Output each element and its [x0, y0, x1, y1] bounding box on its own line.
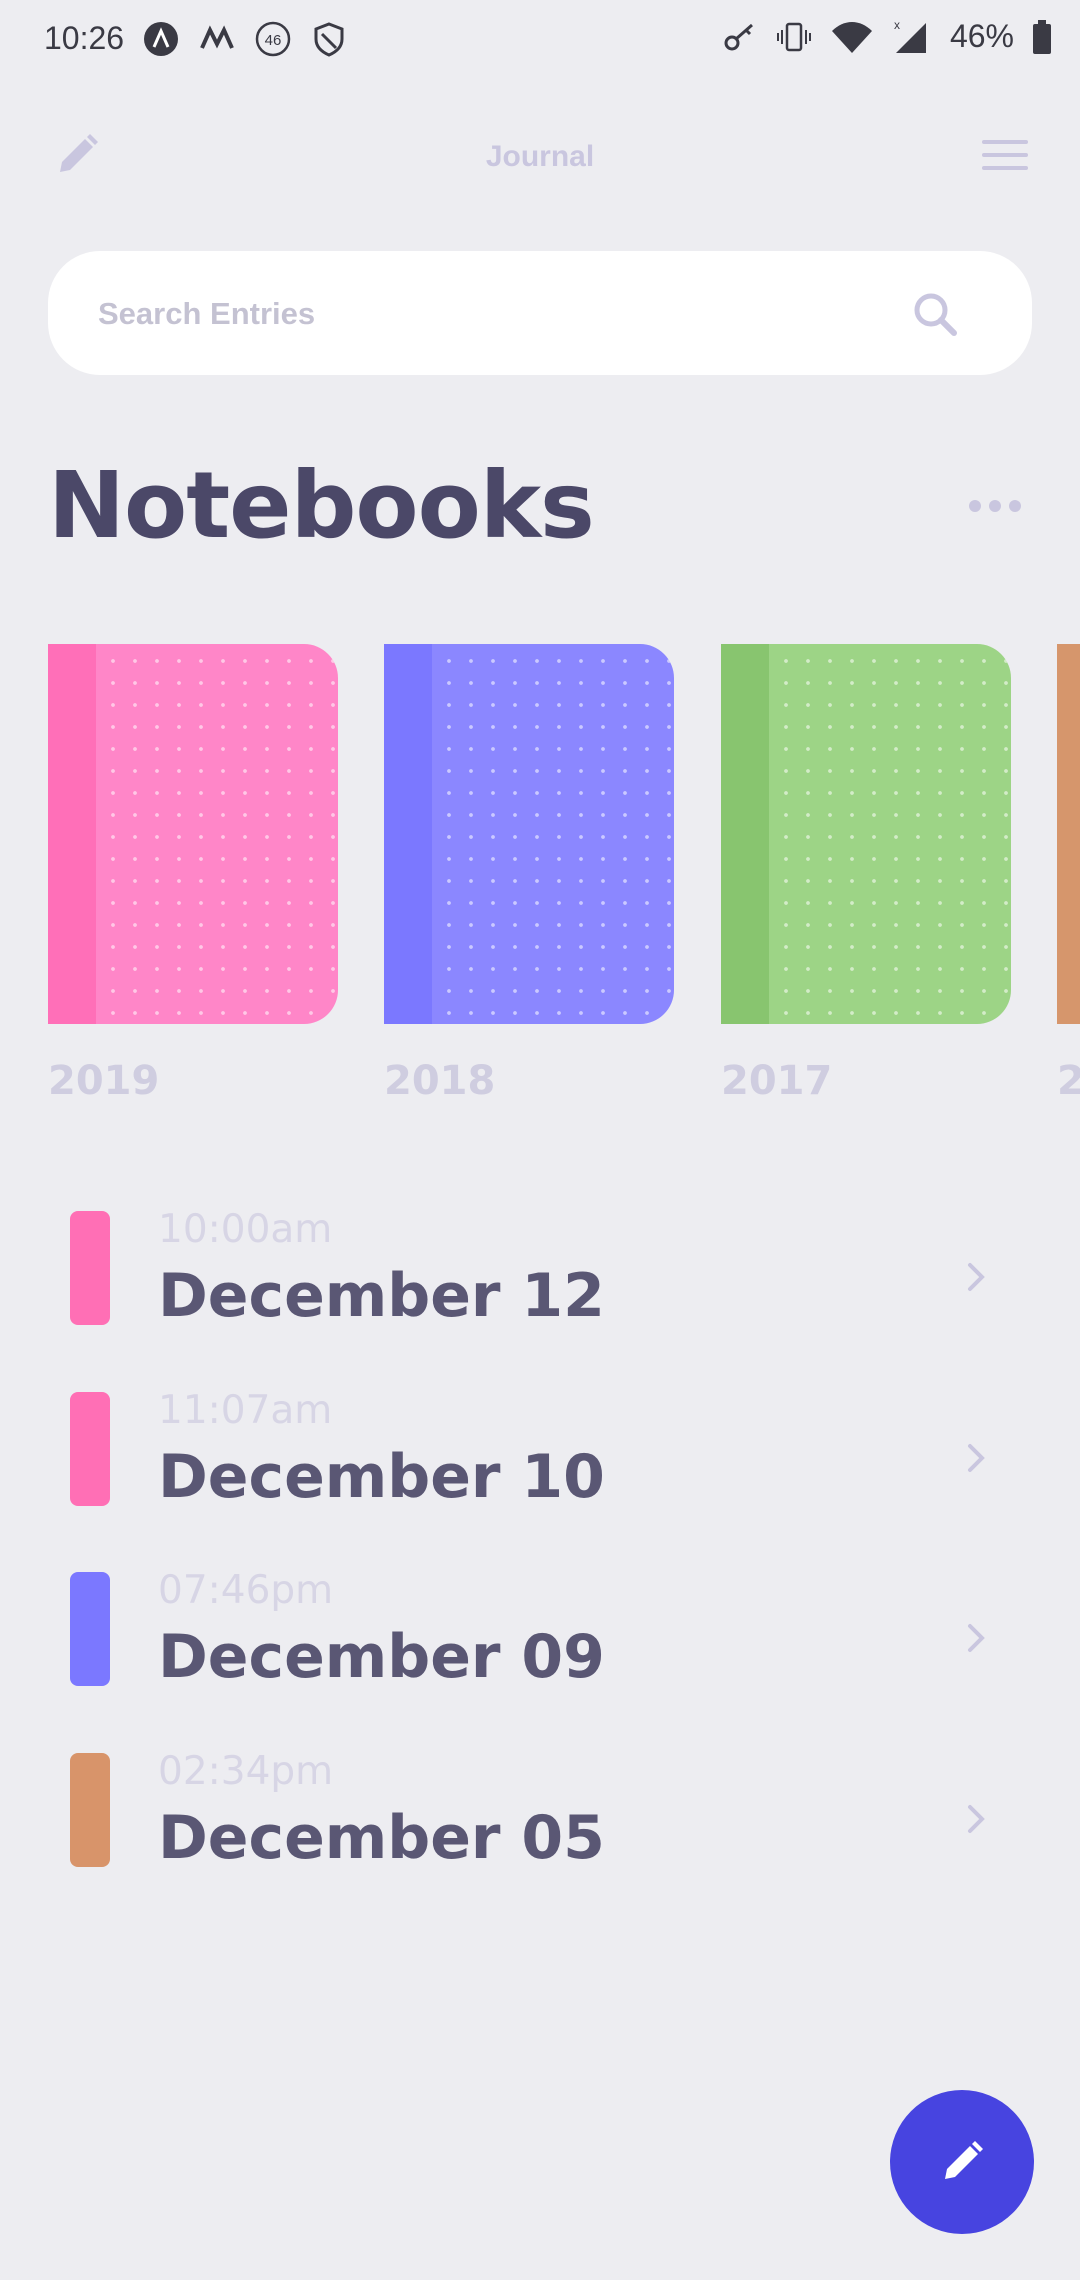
menu-icon[interactable] — [982, 138, 1028, 172]
notebook-year: 2 — [1057, 1058, 1080, 1104]
notification-icons: 46 — [142, 20, 348, 58]
key-icon — [724, 23, 753, 50]
entry-color-bar — [70, 1392, 110, 1506]
notebook-card-2017[interactable] — [721, 644, 1011, 1024]
notebook-spine — [721, 644, 769, 1024]
app-a-icon — [144, 22, 178, 56]
more-options-icon[interactable] — [968, 498, 1022, 514]
notebooks-heading: Notebooks — [48, 452, 595, 559]
entry-color-bar — [70, 1753, 110, 1867]
search-input[interactable] — [96, 251, 900, 377]
battery-percent: 46% — [949, 18, 1014, 54]
entry-time: 07:46pm — [158, 1568, 334, 1613]
top-bar: Journal — [0, 110, 1080, 200]
entry-color-bar — [70, 1572, 110, 1686]
entry-time: 10:00am — [158, 1207, 333, 1252]
notebook-cover — [432, 644, 674, 1024]
list-item[interactable]: 10:00am December 12 — [0, 1207, 1080, 1361]
page-title: Journal — [485, 140, 595, 173]
app-m-icon — [200, 25, 234, 49]
entry-date: December 12 — [158, 1261, 605, 1331]
notebook-year: 2017 — [721, 1058, 833, 1104]
entry-date: December 10 — [158, 1442, 605, 1512]
notebook-spine — [384, 644, 432, 1024]
signal-icon: x — [894, 19, 926, 53]
notebook-cover — [96, 644, 338, 1024]
entry-date: December 05 — [158, 1803, 605, 1873]
svg-text:x: x — [894, 19, 900, 32]
status-bar: 10:26 46 x 46% — [0, 0, 1080, 80]
chevron-right-icon — [968, 1805, 985, 1833]
status-time: 10:26 — [44, 20, 125, 56]
wifi-icon — [831, 21, 872, 53]
notebook-card-2019[interactable] — [48, 644, 338, 1024]
list-item[interactable]: 07:46pm December 09 — [0, 1568, 1080, 1722]
list-item[interactable]: 11:07am December 10 — [0, 1388, 1080, 1542]
search-bar — [48, 251, 1032, 377]
notebook-spine — [48, 644, 96, 1024]
chevron-right-icon — [968, 1624, 985, 1652]
app-46-icon: 46 — [255, 21, 291, 57]
notebook-cover — [769, 644, 1011, 1024]
notebook-card-partial[interactable] — [1057, 644, 1080, 1024]
svg-text:46: 46 — [265, 32, 282, 49]
notebook-year: 2019 — [48, 1058, 160, 1104]
new-entry-button[interactable] — [890, 2090, 1034, 2234]
list-item[interactable]: 02:34pm December 05 — [0, 1749, 1080, 1903]
chevron-right-icon — [968, 1263, 985, 1291]
entry-time: 11:07am — [158, 1388, 333, 1433]
entry-date: December 09 — [158, 1622, 605, 1692]
chevron-right-icon — [968, 1444, 985, 1472]
shield-icon — [314, 22, 344, 57]
battery-icon — [1033, 19, 1051, 54]
notebook-year: 2018 — [384, 1058, 496, 1104]
vibrate-icon — [776, 22, 811, 51]
search-icon[interactable] — [912, 291, 958, 337]
system-icons: x 46% — [722, 18, 1052, 55]
notebook-card-2018[interactable] — [384, 644, 674, 1024]
entry-time: 02:34pm — [158, 1749, 334, 1794]
pencil-icon — [945, 2141, 983, 2179]
entry-color-bar — [70, 1211, 110, 1325]
